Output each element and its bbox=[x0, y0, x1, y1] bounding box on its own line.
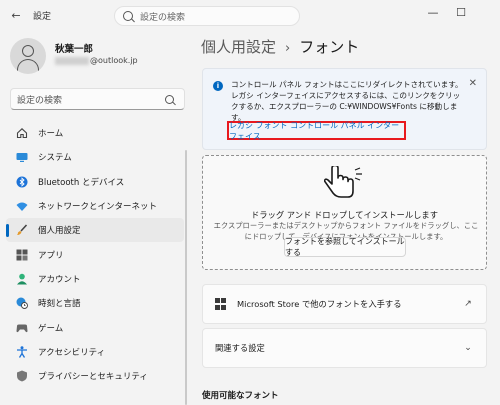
maximize-button[interactable]: ☐ bbox=[452, 6, 470, 19]
store-icon bbox=[215, 298, 227, 310]
email-redaction bbox=[55, 56, 89, 65]
sidebar-item-network[interactable]: ネットワークとインターネット bbox=[6, 194, 184, 218]
info-bar: i コントロール パネル フォントはここにリダイレクトされています。レガシ イン… bbox=[202, 68, 487, 150]
sidebar-scrollbar[interactable] bbox=[185, 150, 187, 405]
sidebar-item-label: ゲーム bbox=[38, 323, 64, 334]
related-settings-card[interactable]: 関連する設定 ⌄ bbox=[202, 328, 487, 368]
minimize-button[interactable]: — bbox=[424, 6, 442, 19]
app-title: 設定 bbox=[33, 12, 52, 22]
top-search-box[interactable]: 設定の検索 bbox=[114, 6, 300, 26]
back-button[interactable]: ← bbox=[8, 8, 24, 24]
sidebar-item-privacy[interactable]: プライバシーとセキュリティ bbox=[6, 364, 184, 388]
account-email: @outlook.jp bbox=[55, 56, 138, 65]
related-settings-label: 関連する設定 bbox=[215, 343, 265, 353]
back-arrow-icon: ← bbox=[11, 9, 21, 22]
sidebar-item-label: アクセシビリティ bbox=[38, 347, 106, 358]
font-drop-zone[interactable]: ドラッグ アンド ドロップしてインストールします エクスプローラーまたはデスクト… bbox=[202, 155, 487, 270]
sidebar-item-apps[interactable]: アプリ bbox=[6, 242, 184, 266]
sidebar-search-input[interactable]: 設定の検索 bbox=[10, 88, 185, 110]
sidebar-item-personalization[interactable]: 個人用設定 bbox=[6, 218, 184, 243]
sidebar-item-bluetooth[interactable]: Bluetooth とデバイス bbox=[6, 170, 184, 194]
avatar[interactable] bbox=[10, 38, 46, 74]
avatar-head bbox=[22, 45, 34, 57]
breadcrumb-current: フォント bbox=[299, 38, 360, 56]
gamepad-icon bbox=[16, 322, 28, 334]
sidebar-item-label: プライバシーとセキュリティ bbox=[38, 372, 148, 383]
breadcrumb-parent[interactable]: 個人用設定 bbox=[201, 38, 276, 56]
sidebar-item-label: ネットワークとインターネット bbox=[38, 202, 158, 213]
sidebar-item-accessibility[interactable]: アクセシビリティ bbox=[6, 340, 184, 364]
search-icon bbox=[123, 11, 133, 21]
account-email-suffix: @outlook.jp bbox=[90, 56, 138, 65]
brush-icon bbox=[16, 224, 28, 236]
drag-hand-icon bbox=[323, 164, 364, 200]
accessibility-icon bbox=[16, 346, 28, 358]
sidebar-item-home[interactable]: ホーム bbox=[6, 121, 184, 145]
sidebar-item-gaming[interactable]: ゲーム bbox=[6, 315, 184, 339]
person-icon bbox=[16, 273, 28, 285]
page-title: 個人用設定 › フォント bbox=[201, 36, 359, 57]
store-card-label: Microsoft Store で他のフォントを入手する bbox=[237, 299, 402, 309]
sidebar-search-placeholder: 設定の検索 bbox=[17, 95, 63, 106]
sidebar-item-label: Bluetooth とデバイス bbox=[38, 177, 125, 188]
sidebar-item-label: システム bbox=[38, 153, 72, 164]
sidebar-item-label: アプリ bbox=[38, 250, 64, 261]
sidebar-item-label: 個人用設定 bbox=[38, 226, 81, 237]
wifi-icon bbox=[16, 200, 28, 212]
account-name: 秋葉一郎 bbox=[55, 44, 94, 55]
breadcrumb-chevron-icon: › bbox=[285, 41, 291, 56]
sidebar-item-label: 時刻と言語 bbox=[38, 299, 81, 310]
browse-install-button[interactable]: フォントを参照してインストールする bbox=[284, 237, 406, 257]
microsoft-store-fonts-card[interactable]: Microsoft Store で他のフォントを入手する ↗ bbox=[202, 284, 487, 324]
sidebar-item-time-language[interactable]: 時刻と言語 bbox=[6, 291, 184, 315]
external-link-icon: ↗ bbox=[464, 299, 472, 309]
close-icon[interactable]: ✕ bbox=[469, 78, 477, 89]
top-search-placeholder: 設定の検索 bbox=[140, 12, 186, 23]
search-icon bbox=[165, 94, 174, 104]
sidebar-item-label: ホーム bbox=[38, 129, 64, 140]
avatar-body bbox=[17, 59, 39, 73]
globe-clock-icon bbox=[16, 297, 28, 310]
monitor-icon bbox=[16, 151, 28, 163]
bluetooth-icon bbox=[16, 176, 28, 188]
sidebar-item-accounts[interactable]: アカウント bbox=[6, 267, 184, 291]
nav-list: ホーム システム Bluetooth とデバイス ネットワークとインターネット … bbox=[6, 121, 184, 388]
available-fonts-heading: 使用可能なフォント bbox=[202, 391, 279, 401]
apps-icon bbox=[16, 249, 28, 261]
title-bar: ← 設定 設定の検索 — ☐ bbox=[0, 0, 500, 32]
sidebar-item-label: アカウント bbox=[38, 274, 81, 285]
info-icon: i bbox=[213, 81, 223, 91]
chevron-down-icon: ⌄ bbox=[464, 343, 472, 353]
home-icon bbox=[16, 127, 28, 139]
shield-icon bbox=[16, 370, 28, 382]
sidebar-item-system[interactable]: システム bbox=[6, 145, 184, 169]
info-text: コントロール パネル フォントはここにリダイレクトされています。レガシ インター… bbox=[231, 80, 463, 122]
legacy-font-control-panel-link[interactable]: レガシ フォント コントロール パネル インターフェイス bbox=[227, 121, 406, 141]
